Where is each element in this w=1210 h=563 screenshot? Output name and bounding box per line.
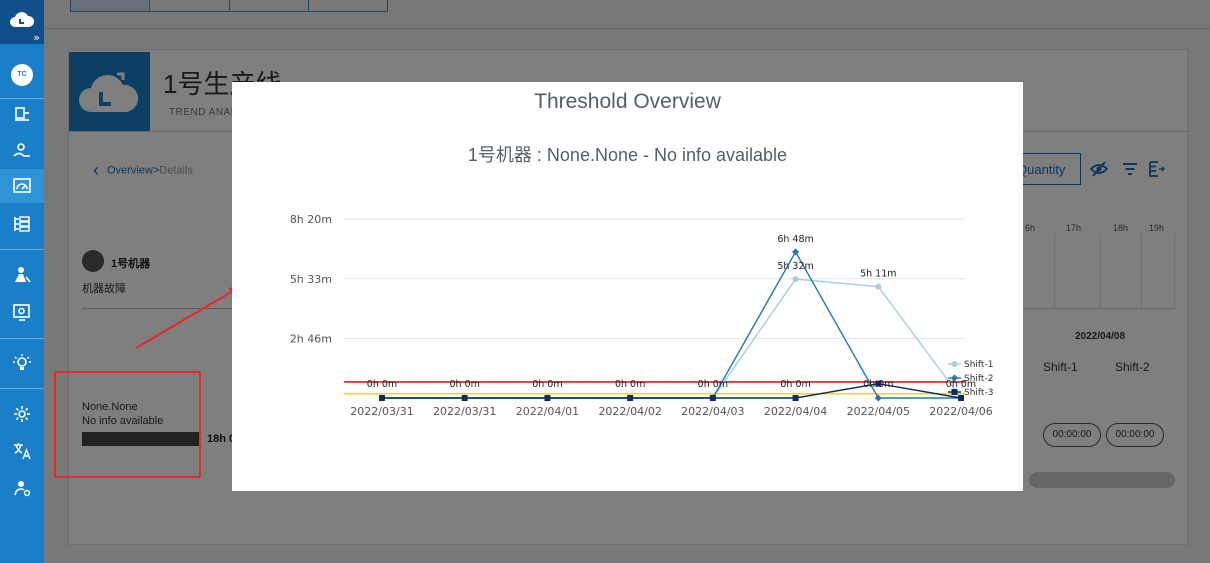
highlight-box bbox=[54, 371, 201, 478]
data-label: 0h 0m bbox=[367, 379, 397, 390]
data-label: 0h 0m bbox=[615, 379, 645, 390]
sidebar: » TC bbox=[0, 0, 44, 563]
data-label: 5h 11m bbox=[860, 269, 896, 280]
data-point bbox=[792, 276, 799, 283]
cloud-logo-icon bbox=[10, 12, 34, 27]
y-tick-label: 2h 46m bbox=[290, 333, 332, 346]
monitor-settings-icon[interactable] bbox=[12, 302, 32, 322]
x-tick-label: 2022/04/03 bbox=[681, 405, 744, 418]
data-label: 0h 0m bbox=[450, 379, 480, 390]
x-tick-label: 2022/04/02 bbox=[598, 405, 661, 418]
x-tick-label: 2022/04/05 bbox=[847, 405, 910, 418]
worker-icon[interactable] bbox=[12, 265, 32, 285]
data-point bbox=[874, 394, 882, 402]
list-tree-icon[interactable] bbox=[12, 214, 32, 234]
x-tick-label: 2022/04/04 bbox=[764, 405, 827, 418]
threshold-modal: Threshold Overview 1号机器 : None.None - No… bbox=[232, 82, 1023, 491]
y-tick-label: 5h 33m bbox=[290, 273, 332, 286]
data-label: 0h 0m bbox=[698, 379, 728, 390]
data-point bbox=[792, 395, 799, 401]
data-point bbox=[544, 395, 551, 401]
data-label: 6h 48m bbox=[777, 234, 813, 245]
threshold-line-chart: 8h 20m 5h 33m 2h 46m 2022/03/31 2022/03/31 20… bbox=[290, 213, 994, 418]
data-label: 0h 0m bbox=[780, 379, 810, 390]
machine-hand-icon[interactable] bbox=[12, 141, 32, 161]
legend-label: Shift-3 bbox=[964, 388, 993, 398]
sidebar-divider bbox=[0, 98, 44, 99]
legend-marker bbox=[951, 361, 958, 367]
expand-icon[interactable]: » bbox=[33, 31, 40, 44]
y-tick-label: 8h 20m bbox=[290, 213, 332, 226]
legend-marker bbox=[951, 389, 958, 395]
lightbulb-icon[interactable] bbox=[12, 353, 32, 373]
dashboard-icon[interactable] bbox=[0, 169, 44, 203]
data-point bbox=[792, 248, 800, 256]
x-tick-label: 2022/03/31 bbox=[433, 405, 496, 418]
data-label: 5h 32m bbox=[777, 261, 813, 272]
data-label: 0h 0m bbox=[532, 379, 562, 390]
sidebar-divider bbox=[0, 249, 44, 250]
legend-label: Shift-2 bbox=[964, 374, 993, 384]
x-tick-label: 2022/04/01 bbox=[516, 405, 579, 418]
data-label: 0h 0m bbox=[863, 379, 893, 390]
settings-icon[interactable] bbox=[12, 404, 32, 424]
data-point bbox=[875, 283, 882, 290]
data-point bbox=[461, 395, 468, 401]
production-icon[interactable] bbox=[12, 104, 32, 124]
sidebar-divider bbox=[0, 388, 44, 389]
legend-label: Shift-1 bbox=[964, 360, 993, 370]
data-point bbox=[379, 395, 385, 401]
avatar[interactable]: TC bbox=[11, 64, 33, 86]
sidebar-divider bbox=[0, 338, 44, 339]
brand-area[interactable]: » bbox=[0, 0, 44, 44]
x-tick-label: 2022/03/31 bbox=[350, 405, 413, 418]
data-point bbox=[709, 395, 716, 401]
data-point bbox=[627, 395, 634, 401]
x-tick-label: 2022/04/06 bbox=[929, 405, 992, 418]
translate-icon[interactable] bbox=[12, 441, 32, 461]
user-settings-icon[interactable] bbox=[12, 478, 32, 498]
